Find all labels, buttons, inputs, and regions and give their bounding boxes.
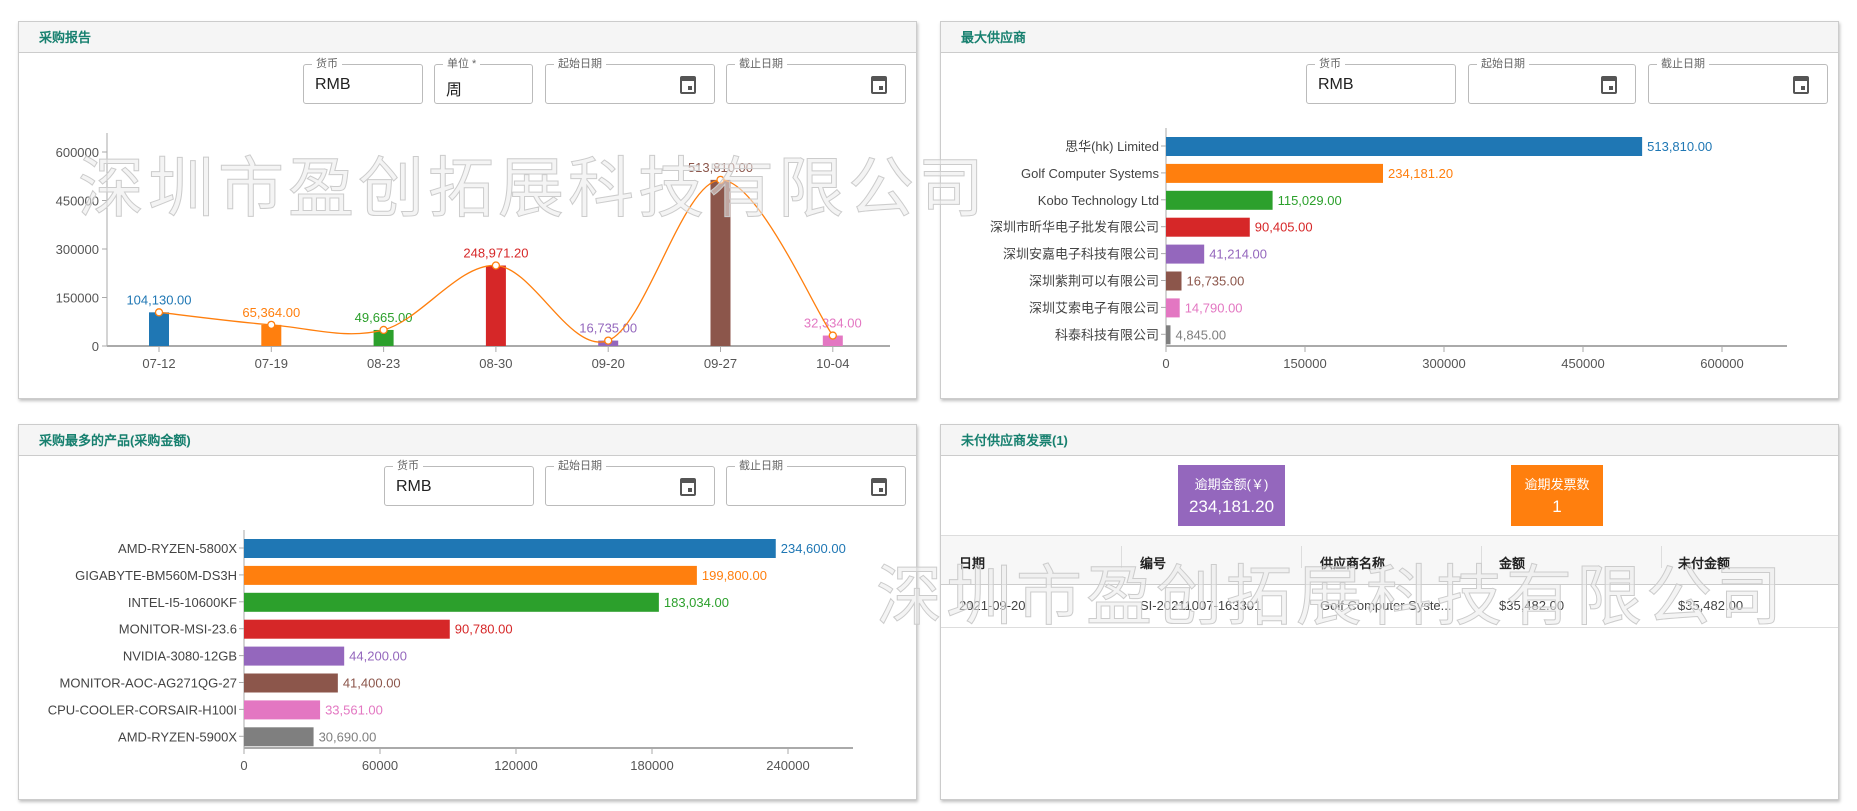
- data-label: 4,845.00: [1175, 327, 1226, 342]
- category-label: Golf Computer Systems: [1021, 166, 1159, 181]
- data-label: 513,810.00: [688, 160, 753, 175]
- data-label: 115,029.00: [1278, 193, 1342, 208]
- x-tick-label: 09-20: [592, 356, 625, 371]
- data-label: 33,561.00: [325, 702, 383, 717]
- y-tick-label: 0: [92, 339, 99, 354]
- x-tick-label: 60000: [362, 758, 398, 773]
- data-label: 183,034.00: [664, 595, 729, 610]
- x-tick-label: 0: [240, 758, 247, 773]
- x-tick-label: 08-23: [367, 356, 400, 371]
- y-tick-label: 450000: [56, 194, 99, 209]
- bar: [149, 312, 169, 346]
- charts-layer: 015000030000045000060000007-12104,130.00…: [48, 128, 1787, 773]
- x-tick-label: 600000: [1700, 356, 1743, 371]
- bar: [244, 592, 659, 612]
- trend-point: [154, 308, 164, 317]
- category-label: CPU-COOLER-CORSAIR-H100I: [48, 702, 237, 717]
- bar: [244, 619, 450, 639]
- data-label: 41,400.00: [343, 676, 401, 691]
- data-label: 41,214.00: [1209, 247, 1267, 262]
- data-label: 32,334.00: [804, 316, 862, 331]
- data-label: 199,800.00: [702, 568, 767, 583]
- category-label: Kobo Technology Ltd: [1038, 193, 1159, 208]
- bar: [1166, 244, 1205, 264]
- category-label: 深圳艾索电子有限公司: [1029, 300, 1159, 315]
- bar: [1166, 271, 1182, 291]
- category-label: 深圳安嘉电子科技有限公司: [1003, 247, 1159, 262]
- category-label: MONITOR-MSI-23.6: [119, 622, 237, 637]
- bar: [244, 700, 321, 720]
- trend-point: [716, 175, 725, 185]
- trend-point: [828, 331, 837, 340]
- data-label: 248,971.20: [463, 245, 528, 260]
- x-tick-label: 10-04: [816, 356, 849, 371]
- data-label: 90,780.00: [455, 622, 513, 637]
- data-label: 90,405.00: [1255, 220, 1313, 235]
- data-label: 234,181.20: [1388, 166, 1453, 181]
- x-tick-label: 150000: [1283, 356, 1326, 371]
- bar: [244, 565, 697, 585]
- data-label: 65,364.00: [242, 305, 300, 320]
- category-label: 思华(hk) Limited: [1065, 139, 1159, 154]
- category-label: 科泰科技有限公司: [1055, 327, 1159, 342]
- bar: [244, 727, 314, 747]
- category-label: MONITOR-AOC-AG271QG-27: [60, 676, 237, 691]
- bar: [1166, 325, 1171, 345]
- category-label: 深圳市昕华电子批发有限公司: [990, 220, 1159, 235]
- data-label: 30,690.00: [319, 729, 377, 744]
- trend-point: [379, 325, 388, 335]
- x-tick-label: 09-27: [704, 356, 737, 371]
- category-label: GIGABYTE-BM560M-DS3H: [75, 568, 237, 583]
- bar: [710, 179, 731, 346]
- category-label: AMD-RYZEN-5900X: [118, 729, 237, 744]
- x-tick-label: 120000: [494, 758, 537, 773]
- data-label: 14,790.00: [1185, 300, 1243, 315]
- bar: [1166, 163, 1384, 183]
- bar: [244, 646, 345, 666]
- category-label: 深圳紫荆可以有限公司: [1029, 274, 1159, 289]
- x-tick-label: 300000: [1422, 356, 1465, 371]
- bar: [244, 539, 776, 558]
- trend-point: [491, 261, 501, 270]
- x-tick-label: 08-30: [479, 356, 512, 371]
- data-label: 513,810.00: [1647, 139, 1712, 154]
- x-tick-label: 07-12: [142, 356, 175, 371]
- category-label: AMD-RYZEN-5800X: [118, 541, 237, 556]
- bar: [1166, 190, 1273, 210]
- data-label: 234,600.00: [781, 541, 846, 556]
- x-tick-label: 240000: [766, 758, 809, 773]
- category-label: INTEL-I5-10600KF: [128, 595, 237, 610]
- data-label: 104,130.00: [126, 292, 191, 307]
- data-label: 16,735.00: [579, 321, 637, 336]
- trend-point: [604, 336, 613, 345]
- bar: [244, 673, 338, 693]
- x-tick-label: 180000: [630, 758, 673, 773]
- data-label: 16,735.00: [1187, 274, 1245, 289]
- x-tick-label: 0: [1162, 356, 1169, 371]
- bar: [1166, 217, 1250, 237]
- data-label: 44,200.00: [349, 649, 407, 664]
- x-tick-label: 450000: [1561, 356, 1604, 371]
- category-label: NVIDIA-3080-12GB: [123, 649, 237, 664]
- data-label: 49,665.00: [355, 310, 413, 325]
- trend-point: [267, 320, 276, 330]
- x-tick-label: 07-19: [255, 356, 288, 371]
- y-tick-label: 300000: [56, 242, 99, 257]
- bar: [485, 265, 506, 346]
- bar: [1166, 137, 1643, 156]
- y-tick-label: 600000: [56, 145, 99, 160]
- bar: [1166, 298, 1180, 318]
- y-tick-label: 150000: [56, 291, 99, 306]
